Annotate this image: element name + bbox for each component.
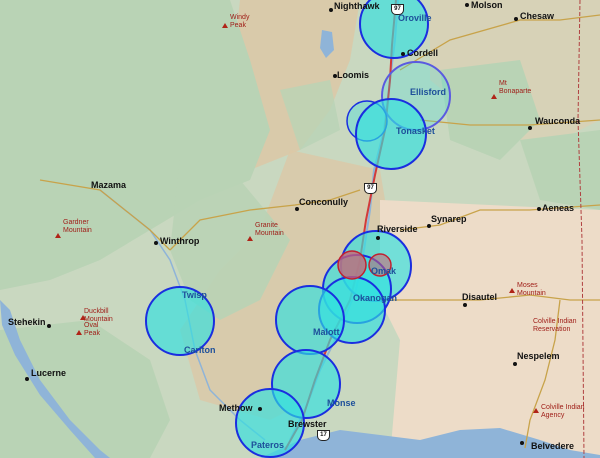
highway-shield-icon: 97 [364, 183, 377, 194]
peak-icon [509, 288, 515, 293]
town-label-oroville: Oroville [398, 13, 432, 23]
town-label-pateros: Pateros [251, 440, 285, 450]
town-label-tonasket: Tonasket [396, 126, 435, 136]
town-label-cordell: Cordell [407, 48, 439, 58]
town-marker [537, 207, 541, 211]
town-label-nespelem: Nespelem [517, 351, 560, 361]
town-marker [401, 52, 405, 56]
town-marker [528, 126, 532, 130]
peak-icon [76, 330, 82, 335]
town-label-molson: Molson [471, 0, 503, 10]
peak-icon [247, 236, 253, 241]
town-marker [463, 303, 467, 307]
peak-label-colville-reservation: Colville Indian Reservation [533, 318, 577, 333]
town-label-okanogan: Okanogan [353, 293, 398, 303]
town-label-lucerne: Lucerne [31, 368, 67, 378]
town-marker [376, 236, 380, 240]
town-label-omak: Omak [371, 266, 397, 276]
town-marker [295, 207, 299, 211]
town-label-winthrop: Winthrop [160, 236, 200, 246]
peak-icon [533, 408, 539, 413]
coverage-circle-malott [275, 285, 345, 355]
town-label-ellisford: Ellisford [410, 87, 447, 97]
town-label-loomis: Loomis [337, 70, 370, 80]
peak-label-granite: Granite Mountain [255, 222, 284, 237]
peak-icon [491, 94, 497, 99]
town-label-malott: Malott [313, 327, 340, 337]
peak-label-colville-agency: Colville Indian Agency [541, 404, 585, 419]
map-view[interactable]: Nighthawk Oroville Molson Chesaw Cordell… [0, 0, 600, 458]
town-label-twisp: Twisp [182, 290, 207, 300]
town-marker [520, 441, 524, 445]
town-label-stehekin: Stehekin [8, 317, 46, 327]
peak-label-oval: Oval Peak [84, 322, 100, 337]
town-label-wauconda: Wauconda [535, 116, 581, 126]
flagged-circle-omak-a [337, 250, 367, 280]
town-marker [427, 224, 431, 228]
town-marker [258, 407, 262, 411]
peak-label-bonaparte: Mt Bonaparte [499, 80, 532, 95]
town-label-aeneas: Aeneas [542, 203, 575, 213]
town-label-brewster: Brewster [288, 419, 327, 429]
town-marker [514, 17, 518, 21]
peak-icon [222, 23, 228, 28]
town-label-carlton: Carlton [184, 345, 216, 355]
town-label-disautel: Disautel [462, 292, 498, 302]
peak-label-windy: Windy Peak [230, 14, 250, 29]
town-label-monse: Monse [327, 398, 356, 408]
town-label-nighthawk: Nighthawk [334, 1, 380, 11]
peak-label-gardner: Gardner Mountain [63, 219, 92, 234]
peak-label-moses: Moses Mountain [517, 282, 546, 297]
town-label-methow: Methow [219, 403, 253, 413]
town-marker [154, 241, 158, 245]
town-label-belvedere: Belvedere [531, 441, 575, 451]
town-marker [465, 3, 469, 7]
town-label-riverside: Riverside [377, 224, 418, 234]
town-label-conconully: Conconully [299, 197, 348, 207]
town-marker [513, 362, 517, 366]
town-marker [47, 324, 51, 328]
town-label-mazama: Mazama [91, 180, 127, 190]
town-label-synarep: Synarep [431, 214, 467, 224]
peak-icon [55, 233, 61, 238]
town-marker [25, 377, 29, 381]
town-marker [329, 8, 333, 12]
town-label-chesaw: Chesaw [520, 11, 555, 21]
highway-shield-icon: 97 [391, 4, 404, 15]
highway-shield-icon: 17 [317, 430, 330, 441]
